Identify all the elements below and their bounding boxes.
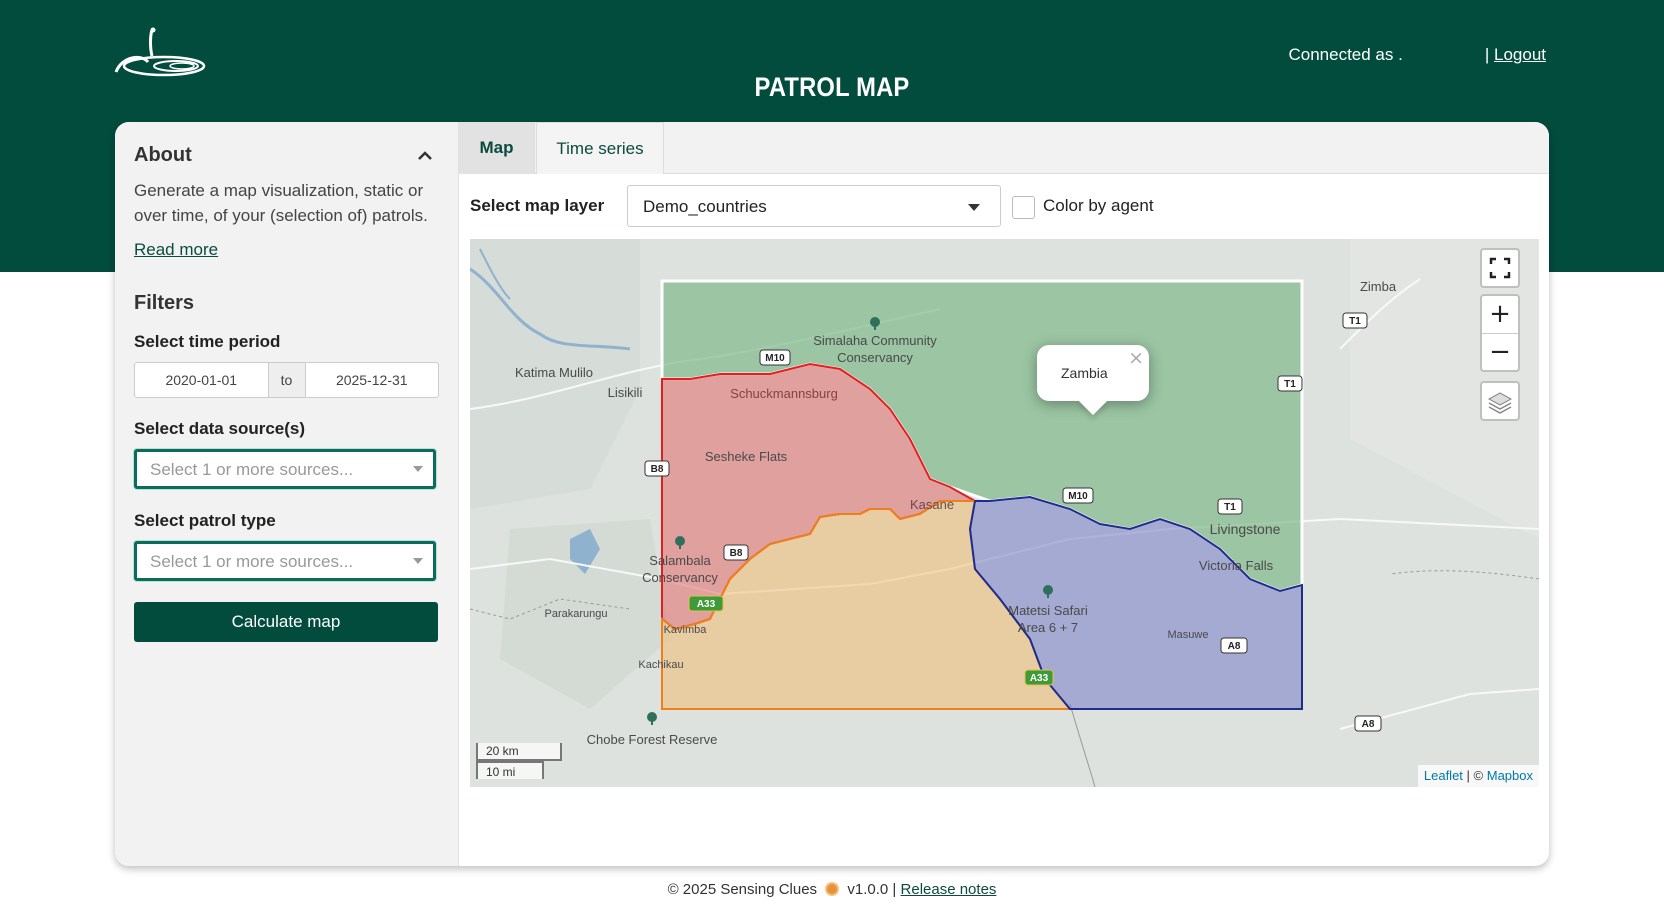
chevron-down-icon	[413, 466, 423, 472]
map-layer-value: Demo_countries	[643, 197, 767, 216]
patrol-type-label: Select patrol type	[134, 511, 276, 530]
road-shield-a8: A8	[1362, 719, 1375, 730]
map-label-kasane: Kasane	[910, 497, 954, 512]
about-title: About	[134, 144, 192, 166]
map-label-chobe: Chobe Forest Reserve	[587, 732, 718, 747]
filters-title: Filters	[134, 292, 195, 314]
data-source-label: Select data source(s)	[134, 419, 306, 438]
fullscreen-button[interactable]	[1480, 248, 1520, 288]
date-to-input[interactable]: 2025-12-31	[306, 363, 439, 397]
date-range-separator: to	[267, 363, 306, 397]
map-label-schuckmannsburg: Schuckmannsburg	[730, 386, 838, 401]
map-label-katima: Katima Mulilo	[515, 365, 593, 380]
road-shield-a33: A33	[697, 599, 716, 610]
popup-text: Zambia	[1061, 365, 1108, 381]
tab-bar: Map Time series	[459, 122, 1549, 174]
tab-time-series[interactable]: Time series	[536, 122, 664, 174]
map-label-parakarungu: Parakarungu	[545, 608, 608, 620]
map-label-kavimba: Kavimba	[664, 624, 708, 636]
logout-separator: |	[1484, 45, 1490, 64]
map-popup: Zambia ×	[1037, 345, 1149, 416]
road-shield-t1: T1	[1224, 502, 1236, 513]
map-canvas[interactable]: Zimba Katima Mulilo Lisikili Simalaha Co…	[470, 239, 1539, 787]
time-period-label: Select time period	[134, 332, 281, 351]
layers-button[interactable]	[1480, 381, 1520, 421]
color-by-agent-label: Color by agent	[1043, 196, 1154, 215]
leaflet-link[interactable]: Leaflet	[1424, 768, 1463, 783]
road-shield-m10: M10	[765, 353, 785, 364]
road-shield-b8: B8	[730, 548, 743, 559]
map-label-matetsi-2: Area 6 + 7	[1018, 620, 1078, 635]
main-card: About Generate a map visualization, stat…	[115, 122, 1549, 866]
road-shield-b8: B8	[651, 464, 664, 475]
chevron-down-icon	[413, 558, 423, 564]
popup-close-icon[interactable]: ×	[1128, 347, 1144, 369]
sidebar: About Generate a map visualization, stat…	[115, 122, 459, 866]
patrol-type-placeholder: Select 1 or more sources...	[150, 552, 354, 571]
layers-icon	[1487, 392, 1513, 414]
map-label-salambala-2: Conservancy	[642, 570, 718, 585]
map-label-kachikau: Kachikau	[638, 659, 683, 671]
map-layer-select[interactable]: Demo_countries	[627, 185, 1001, 227]
connected-as-text: Connected as .	[1288, 45, 1403, 64]
footer: © 2025 Sensing Clues v1.0.0 | Release no…	[0, 881, 1664, 898]
map-label-sesheke: Sesheke Flats	[705, 449, 788, 464]
zoom-out-button[interactable]: −	[1482, 334, 1518, 372]
chevron-down-icon	[968, 204, 980, 211]
read-more-link[interactable]: Read more	[134, 240, 218, 260]
map-label-simalaha-2: Conservancy	[837, 350, 913, 365]
chevron-up-icon[interactable]	[415, 146, 435, 166]
attribution-separator: | ©	[1466, 768, 1484, 783]
patrol-type-select[interactable]: Select 1 or more sources...	[134, 541, 436, 581]
map-label-zimba: Zimba	[1360, 279, 1397, 294]
map-label-masuwe: Masuwe	[1168, 629, 1209, 641]
map-attribution: Leaflet | © Mapbox	[1417, 765, 1539, 787]
footer-version: v1.0.0 |	[847, 881, 897, 898]
road-shield-a8: A8	[1228, 641, 1241, 652]
about-text: Generate a map visualization, static or …	[134, 181, 428, 225]
map-view[interactable]: Zimba Katima Mulilo Lisikili Simalaha Co…	[470, 239, 1539, 787]
footer-copyright: © 2025 Sensing Clues	[667, 881, 818, 898]
user-area: Connected as . | Logout	[1288, 45, 1546, 65]
map-layer-label: Select map layer	[470, 196, 605, 215]
road-shield-t1: T1	[1284, 379, 1296, 390]
scale-mi: 10 mi	[476, 761, 544, 779]
tab-map[interactable]: Map	[459, 122, 535, 174]
road-shield-t1: T1	[1349, 316, 1361, 327]
color-by-agent-checkbox[interactable]	[1012, 196, 1035, 219]
map-label-matetsi: Matetsi Safari	[1008, 603, 1088, 618]
mapbox-link[interactable]: Mapbox	[1487, 768, 1533, 783]
map-label-simalaha: Simalaha Community	[813, 333, 937, 348]
road-shield-a33: A33	[1030, 673, 1049, 684]
date-range: 2020-01-01 to 2025-12-31	[134, 362, 439, 398]
map-scale: 20 km 10 mi	[476, 743, 562, 779]
map-label-livingstone: Livingstone	[1210, 521, 1281, 537]
sensing-clues-icon	[825, 882, 840, 896]
zoom-in-button[interactable]: +	[1482, 296, 1518, 334]
map-label-lisikili: Lisikili	[608, 385, 643, 400]
logout-link[interactable]: Logout	[1494, 45, 1546, 65]
zoom-control: + −	[1480, 294, 1520, 372]
road-shield-m10: M10	[1068, 491, 1088, 502]
calculate-map-button[interactable]: Calculate map	[134, 602, 438, 642]
date-from-input[interactable]: 2020-01-01	[135, 363, 268, 397]
scale-km: 20 km	[476, 743, 562, 761]
page-title: PATROL MAP	[754, 72, 910, 102]
fullscreen-icon	[1489, 257, 1511, 279]
release-notes-link[interactable]: Release notes	[901, 881, 997, 898]
map-label-salambala: Salambala	[649, 553, 711, 568]
data-source-select[interactable]: Select 1 or more sources...	[134, 449, 436, 489]
map-label-victoria-falls: Victoria Falls	[1199, 558, 1274, 573]
data-source-placeholder: Select 1 or more sources...	[150, 460, 354, 479]
